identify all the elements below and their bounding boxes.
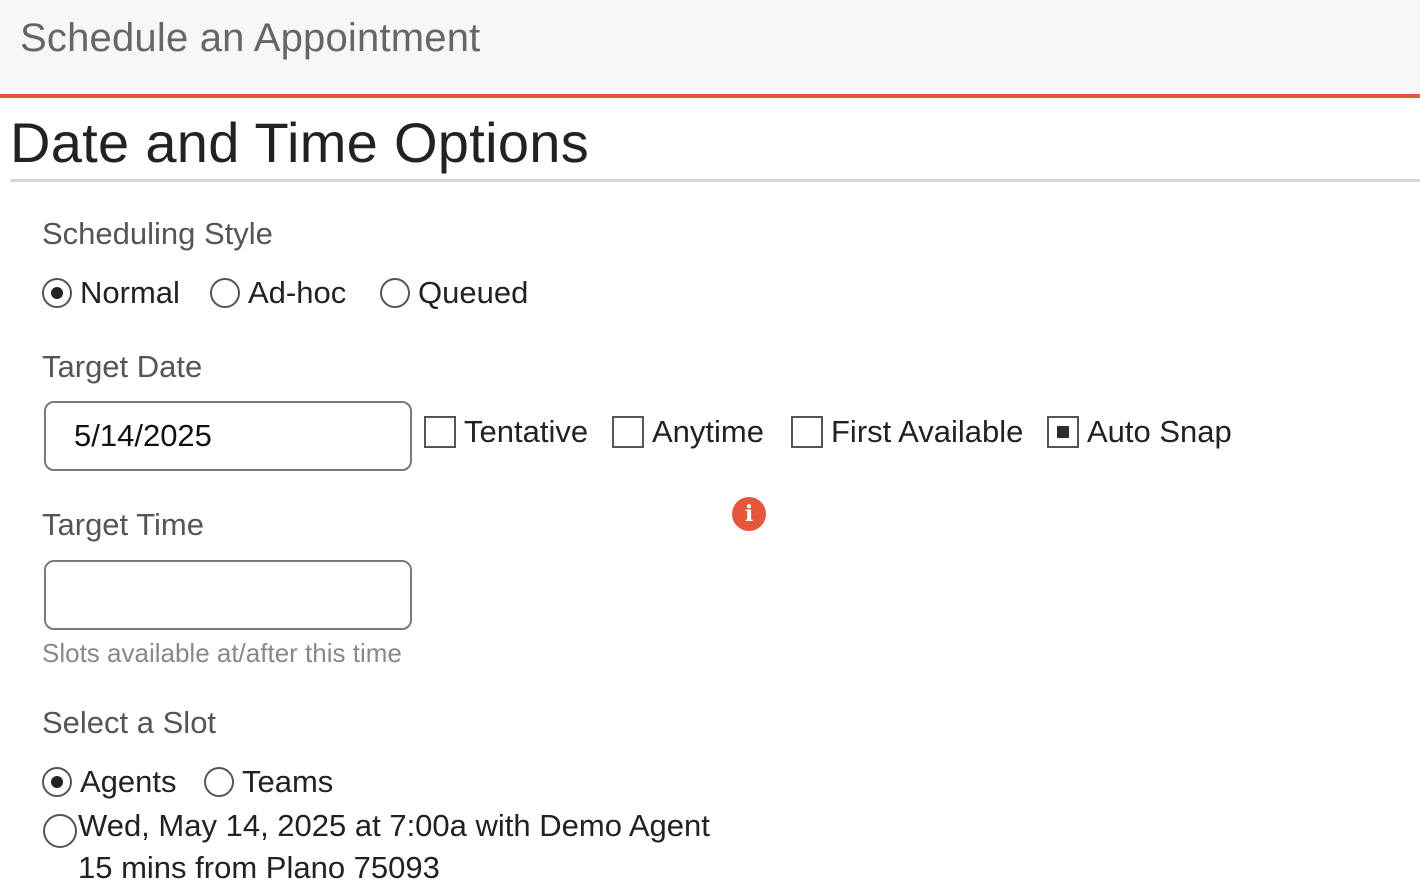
target-date-label: Target Date — [42, 349, 203, 384]
radio-ad-hoc-label: Ad-hoc — [248, 275, 347, 310]
radio-ad-hoc-indicator[interactable] — [210, 278, 240, 308]
radio-normal[interactable]: Normal — [42, 275, 180, 311]
target-time-label: Target Time — [42, 507, 204, 542]
radio-normal-label: Normal — [80, 275, 180, 310]
radio-queued-label: Queued — [418, 275, 529, 310]
checkbox-auto-snap[interactable]: Auto Snap — [1047, 414, 1232, 450]
checkbox-anytime-box[interactable] — [612, 416, 644, 448]
target-date-input[interactable] — [44, 401, 412, 471]
radio-agents-label: Agents — [80, 764, 177, 799]
section-title: Date and Time Options — [10, 111, 590, 174]
radio-queued-indicator[interactable] — [380, 278, 410, 308]
checkbox-tentative[interactable]: Tentative — [424, 414, 588, 450]
checkbox-tentative-box[interactable] — [424, 416, 456, 448]
select-slot-label: Select a Slot — [42, 705, 217, 740]
radio-teams-label: Teams — [242, 764, 334, 799]
checkbox-auto-snap-label: Auto Snap — [1087, 414, 1232, 449]
checkbox-first-available[interactable]: First Available — [791, 414, 1023, 450]
info-icon[interactable]: i — [732, 497, 766, 531]
checkbox-anytime[interactable]: Anytime — [612, 414, 764, 450]
radio-teams-indicator[interactable] — [204, 767, 234, 797]
scheduling-style-label: Scheduling Style — [42, 216, 273, 251]
target-time-input[interactable] — [44, 560, 412, 630]
slot-1-datetime[interactable]: Wed, May 14, 2025 at 7:00a with Demo Age… — [78, 808, 710, 844]
radio-ad-hoc[interactable]: Ad-hoc — [210, 275, 346, 311]
radio-normal-indicator[interactable] — [42, 278, 72, 308]
checkbox-auto-snap-box[interactable] — [1047, 416, 1079, 448]
page-header-title: Schedule an Appointment — [20, 16, 481, 60]
slot-1-detail: 15 mins from Plano 75093 — [78, 850, 440, 885]
target-time-help-text: Slots available at/after this time — [42, 638, 402, 668]
radio-queued[interactable]: Queued — [380, 275, 528, 311]
radio-teams[interactable]: Teams — [204, 764, 333, 800]
radio-agents[interactable]: Agents — [42, 764, 177, 800]
slot-radio-1[interactable] — [43, 814, 77, 848]
radio-agents-indicator[interactable] — [42, 767, 72, 797]
checkbox-anytime-label: Anytime — [652, 414, 764, 449]
page-header: Schedule an Appointment — [0, 0, 1420, 98]
checkbox-first-available-box[interactable] — [791, 416, 823, 448]
checkbox-first-available-label: First Available — [831, 414, 1024, 449]
section-divider — [10, 179, 1420, 182]
checkbox-tentative-label: Tentative — [464, 414, 589, 449]
